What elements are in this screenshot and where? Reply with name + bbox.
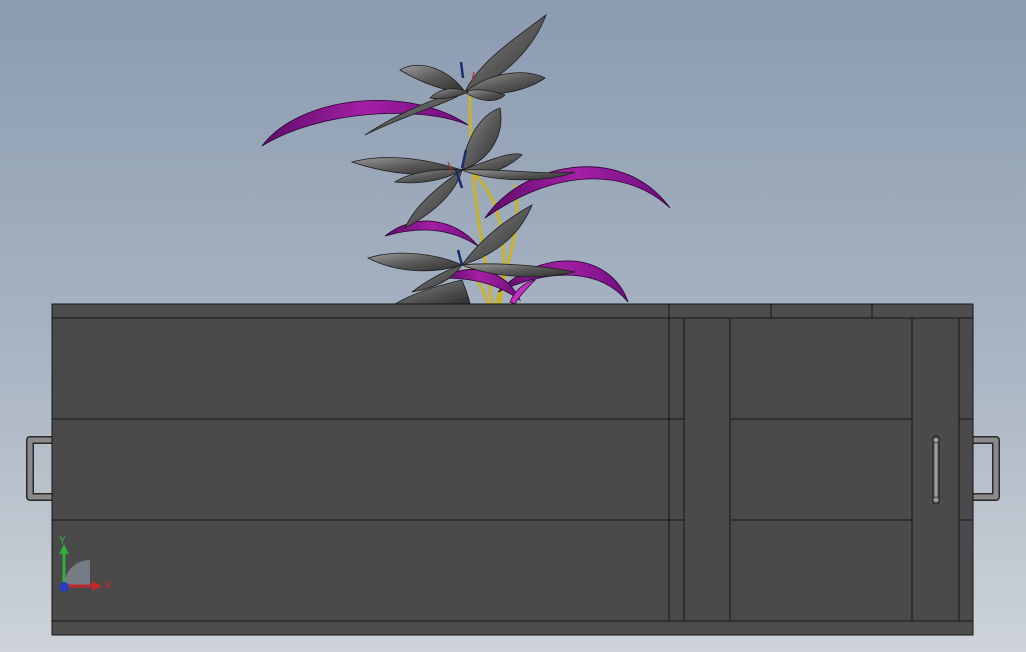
- cad-graphics-viewport[interactable]: Y X: [0, 0, 1026, 652]
- petal: [399, 64, 466, 93]
- handle-left-outline: [26, 436, 56, 501]
- planter-box[interactable]: [51, 303, 974, 636]
- latch-cap-top: [932, 436, 940, 444]
- triad-x-label: X: [104, 579, 112, 592]
- plant-model[interactable]: [261, 13, 671, 305]
- handle-left[interactable]: [26, 436, 56, 501]
- model-view[interactable]: Y X: [0, 0, 1026, 652]
- latch-rod: [932, 435, 940, 505]
- stamen: [456, 249, 464, 266]
- leaf-middle-left: [384, 220, 479, 247]
- flower-top: [364, 13, 547, 136]
- handle-right[interactable]: [969, 436, 1000, 501]
- flower-lower: [366, 204, 576, 305]
- box-top-rim: [51, 303, 974, 319]
- stamen: [459, 61, 465, 79]
- triad-z-axis: [59, 582, 69, 592]
- latch-cap-bottom: [932, 496, 940, 504]
- flower-lower-stamens: [456, 249, 464, 266]
- handle-right-outline: [969, 436, 1000, 501]
- flower-top-stamens: [459, 61, 475, 83]
- triad-y-label: Y: [58, 534, 66, 547]
- plant-leaves: [261, 100, 671, 305]
- petal: [429, 88, 469, 100]
- leaf-upper-left: [261, 100, 469, 147]
- box-body: [51, 317, 974, 622]
- latch-bolt[interactable]: [932, 435, 940, 505]
- petal: [366, 252, 464, 272]
- box-bottom-rim: [51, 620, 974, 636]
